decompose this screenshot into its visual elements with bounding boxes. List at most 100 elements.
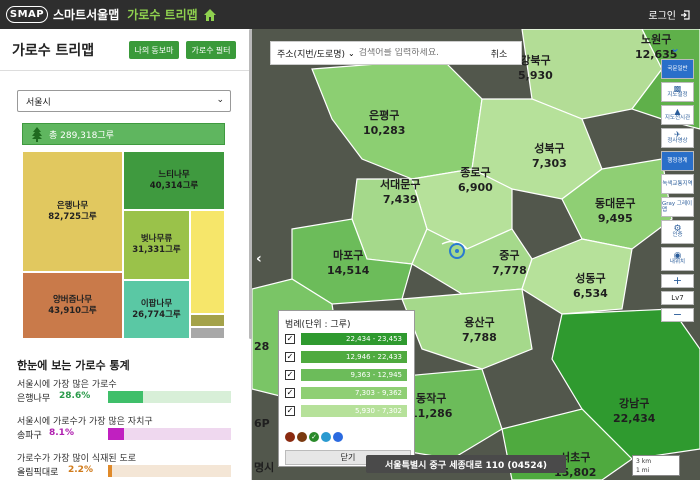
- stat-pct-3: 2.2%: [68, 465, 93, 475]
- district-label-seongbuk[interactable]: 성북구 7,303: [532, 141, 567, 171]
- legend-checkbox[interactable]: ✓: [285, 370, 295, 380]
- tool-gray-map[interactable]: Gray 그레이맵: [661, 197, 694, 217]
- tool-cert[interactable]: ⚙ 인증: [661, 220, 694, 244]
- district-name: 은평구: [369, 109, 400, 122]
- treemap-cell-zelkova[interactable]: 느티나무 40,314그루: [123, 151, 225, 210]
- district-label-partial-1[interactable]: 28: [254, 339, 269, 354]
- district-count: 7,788: [462, 331, 497, 344]
- district-label-eunpyeong[interactable]: 은평구 10,283: [363, 108, 405, 138]
- district-label-partial-3[interactable]: 명시: [254, 460, 274, 475]
- collapse-panel-icon[interactable]: ‹: [256, 251, 266, 271]
- legend-checkbox[interactable]: ✓: [285, 352, 295, 362]
- stat-bar-fill-2: [108, 428, 124, 440]
- tool-label: 국문일반: [667, 66, 688, 72]
- palette-dot[interactable]: [297, 432, 307, 442]
- stat-pct-2: 8.1%: [49, 428, 74, 438]
- district-name: 동작구: [416, 392, 447, 405]
- district-label-jongno[interactable]: 종로구 6,900: [458, 165, 493, 195]
- district-name: 종로구: [460, 166, 491, 179]
- district-name: 명시: [254, 461, 275, 474]
- treemap-cell-plane-tree[interactable]: 양버즘나무 43,910그루: [22, 272, 123, 339]
- district-name: 서대문구: [380, 178, 421, 191]
- zoom-level-label: Lv7: [671, 294, 684, 302]
- district-label-dongjak[interactable]: 동작구 11,286: [410, 391, 452, 421]
- palette-dot[interactable]: [321, 432, 331, 442]
- zoom-level: Lv7: [661, 291, 694, 305]
- search-type-select[interactable]: 주소(지번/도로명): [277, 47, 345, 60]
- legend-checkbox[interactable]: ✓: [285, 388, 295, 398]
- scale-km: 3 km: [636, 458, 652, 465]
- left-panel: 가로수 트리맵 나의 동보마 가로수 필터 서울시 ⌄ 총 289,318그루 …: [0, 29, 252, 480]
- district-label-seongdong[interactable]: 성동구 6,534: [573, 271, 608, 301]
- district-name: 성동구: [575, 272, 606, 285]
- tool-aerial[interactable]: ✈ 정사영상: [661, 128, 694, 148]
- tool-label: 인증: [672, 232, 683, 238]
- district-label-gangbuk[interactable]: 강북구 5,930: [518, 53, 553, 83]
- treemap-cell-ginkgo[interactable]: 은행나무 82,725그루: [22, 151, 123, 272]
- total-count: 총 289,318그루: [49, 130, 114, 141]
- tree-icon: [32, 127, 42, 142]
- treemap-cell-other-3[interactable]: [190, 327, 225, 339]
- stat-bar-1: [108, 391, 231, 403]
- legend-row-2: ✓ 12,946 - 22,433: [285, 351, 412, 363]
- palette-dot-selected[interactable]: ✓: [309, 432, 319, 442]
- map-scale: 3 km 1 mi: [632, 455, 680, 476]
- district-count: 9,495: [597, 212, 633, 225]
- zoom-out-button[interactable]: −: [661, 308, 694, 322]
- legend-range-label: 12,946 - 22,433: [346, 353, 402, 361]
- district-label-seodaemun[interactable]: 서대문구 7,439: [380, 177, 420, 207]
- treemap-cell-other-1[interactable]: [190, 210, 225, 314]
- stat-question-1: 서울시에 가장 많은 가로수: [17, 380, 117, 390]
- my-view-button[interactable]: 나의 동보마: [129, 41, 179, 59]
- tree-filter-button[interactable]: 가로수 필터: [186, 41, 236, 59]
- district-name: 노원구: [641, 33, 672, 46]
- district-count: 14,514: [327, 264, 370, 277]
- legend-checkbox[interactable]: ✓: [285, 406, 295, 416]
- region-select[interactable]: 서울시 ⌄: [17, 90, 231, 112]
- species-treemap: 은행나무 82,725그루 양버즘나무 43,910그루 느티나무 40,314…: [22, 151, 225, 339]
- chevron-down-icon[interactable]: ⌄: [348, 49, 355, 58]
- legend-range-bar: 9,363 - 12,945: [301, 369, 407, 381]
- tool-admin-boundary[interactable]: 행정경계: [661, 151, 694, 171]
- zoom-in-button[interactable]: +: [661, 274, 694, 288]
- legend-range-bar: 12,946 - 22,433: [301, 351, 407, 363]
- treemap-cell-fringe-tree[interactable]: 이팝나무 26,774그루: [123, 280, 190, 339]
- smap-logo[interactable]: SMAP: [6, 6, 48, 23]
- treemap-label: 이팝나무: [140, 298, 173, 309]
- address-search-bar: 주소(지번/도로명) ⌄ 취소: [270, 41, 522, 65]
- district-count: 7,303: [532, 157, 567, 170]
- app-name[interactable]: 스마트서울맵: [53, 6, 119, 23]
- legend-color-palette: ✓: [285, 432, 345, 442]
- tool-korean-general[interactable]: 국문일반: [661, 59, 694, 79]
- stat-name-3: 올림픽대로: [17, 468, 59, 478]
- district-label-mapo[interactable]: 마포구 14,514: [327, 248, 369, 278]
- district-name: 강남구: [619, 397, 650, 410]
- legend-row-4: ✓ 7,303 - 9,362: [285, 387, 412, 399]
- tool-map-settings[interactable]: ▩ 지도설정: [661, 82, 694, 102]
- district-label-yongsan[interactable]: 용산구 7,788: [462, 315, 497, 345]
- login-link[interactable]: 로그인: [648, 7, 690, 22]
- search-cancel-button[interactable]: 취소: [491, 47, 508, 60]
- section-title: 가로수 트리맵: [127, 8, 198, 22]
- legend-row-5: ✓ 5,930 - 7,302: [285, 405, 412, 417]
- chevron-down-icon[interactable]: ⌄: [670, 41, 686, 55]
- tool-my-location[interactable]: ◉ 내위치: [661, 247, 694, 271]
- district-label-partial-2[interactable]: 6P: [254, 416, 270, 431]
- tool-label: 행정경계: [667, 158, 688, 164]
- tool-green-traffic[interactable]: 녹색교통지역: [661, 174, 694, 194]
- search-input[interactable]: [358, 48, 487, 58]
- legend-checkbox[interactable]: ✓: [285, 334, 295, 344]
- treemap-cell-cherry[interactable]: 벚나무류 31,331그루: [123, 210, 190, 280]
- palette-dot[interactable]: [333, 432, 343, 442]
- map-toolbar: 국문일반 ▩ 지도설정 ▲ 지도전시관 ✈ 정사영상 행정경계 녹색교통지역 Gray…: [661, 59, 696, 322]
- tool-map-gallery[interactable]: ▲ 지도전시관: [661, 105, 694, 125]
- district-label-dongdaemun[interactable]: 동대문구 9,495: [595, 196, 635, 226]
- home-icon[interactable]: [203, 8, 217, 22]
- district-label-jung[interactable]: 중구 7,778: [492, 248, 527, 278]
- treemap-cell-other-2[interactable]: [190, 314, 225, 327]
- zoom-in-label: +: [672, 274, 683, 287]
- legend-range-bar: 22,434 - 23,453: [301, 333, 407, 345]
- district-label-gangnam[interactable]: 강남구 22,434: [613, 396, 655, 426]
- treemap-label: 은행나무: [56, 200, 89, 211]
- palette-dot[interactable]: [285, 432, 295, 442]
